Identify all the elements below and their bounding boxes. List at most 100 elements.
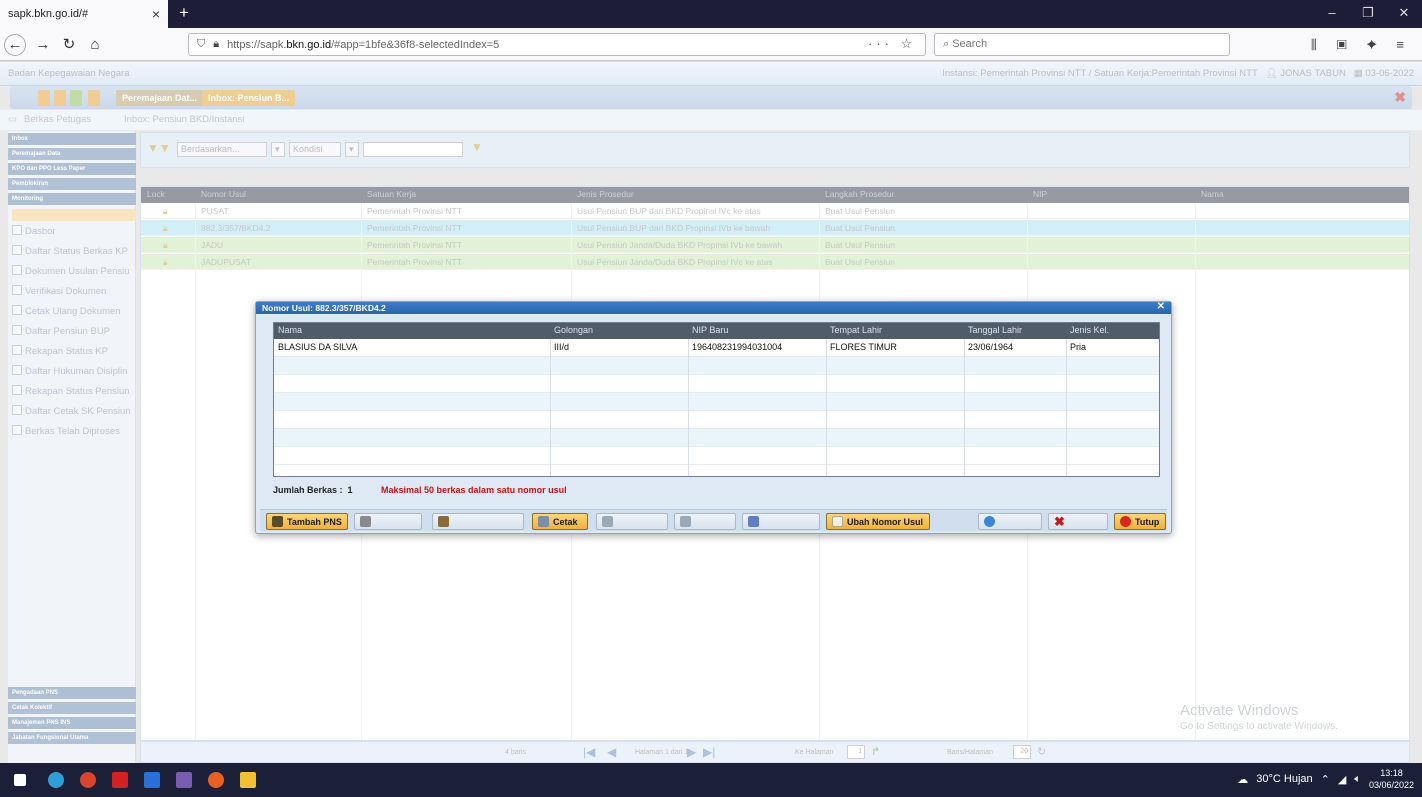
- col-satuan-kerja[interactable]: Satuan Kerja: [367, 189, 416, 199]
- sidebar-section-inbox[interactable]: Inbox: [8, 133, 136, 145]
- firefox-icon[interactable]: [208, 772, 224, 788]
- pindah-pns-button[interactable]: [432, 513, 524, 530]
- toolbar-icon-4[interactable]: [88, 90, 100, 106]
- dialog-close-icon[interactable]: ✕: [1157, 301, 1165, 313]
- table-row[interactable]: 🔒︎ 882.3/357/BKD4.2 Pemerintah Provinsi …: [141, 220, 1409, 236]
- sidebar-item-telah-diproses[interactable]: Berkas Telah Diproses: [12, 422, 136, 441]
- sidebar-section-monitoring[interactable]: Monitoring: [8, 193, 136, 205]
- tambah-button[interactable]: [978, 513, 1042, 530]
- sidebar-item-rekapan-kp[interactable]: Rekapan Status KP: [12, 342, 136, 361]
- restore-icon[interactable]: ❐: [1350, 0, 1386, 28]
- close-window-icon[interactable]: ✕: [1386, 0, 1422, 28]
- filter-value-input[interactable]: [363, 142, 463, 157]
- cetak-daftar-button[interactable]: [674, 513, 736, 530]
- windows-start-icon[interactable]: [14, 774, 26, 786]
- sidebar-item-cetak-ulang[interactable]: Cetak Ulang Dokumen: [12, 302, 136, 321]
- ubah-nomor-usul-button[interactable]: Ubah Nomor Usul: [826, 513, 930, 530]
- sidebar-section-jabatan[interactable]: Jabatan Fungsional Utama: [8, 732, 136, 744]
- col-tanggal-lahir[interactable]: Tanggal Lahir: [968, 325, 1022, 335]
- file-explorer-icon[interactable]: [240, 772, 256, 788]
- sidebar-item-status-berkas[interactable]: Daftar Status Berkas KP: [12, 242, 136, 261]
- table-row[interactable]: [274, 429, 1159, 447]
- tab-inbox-pensiun[interactable]: Inbox: Pensiun B...: [202, 90, 296, 106]
- cetak-pengantar-button[interactable]: [596, 513, 668, 530]
- close-app-icon[interactable]: ✖: [1394, 89, 1406, 106]
- sidebar-item-rekapan-pensiun[interactable]: Rekapan Status Pensiun: [12, 382, 136, 401]
- col-nip[interactable]: NIP: [1033, 189, 1047, 199]
- col-nama[interactable]: Nama: [278, 325, 302, 335]
- sidebar-item-dokumen-usulan[interactable]: Dokumen Usulan Pensiu: [12, 262, 136, 281]
- kirim-usul-button[interactable]: [742, 513, 820, 530]
- sidebar-section-manajemen[interactable]: Manajemen PNS INS: [8, 717, 136, 729]
- kondisi-select[interactable]: Kondisi: [289, 142, 341, 157]
- table-row[interactable]: 🔒︎ PUSAT Pemerintah Provinsi NTT Usul Pe…: [141, 203, 1409, 219]
- col-nip-baru[interactable]: NIP Baru: [692, 325, 728, 335]
- acrobat-icon[interactable]: [112, 772, 128, 788]
- filter-icon[interactable]: ▼▼: [147, 141, 171, 155]
- browser-tab[interactable]: sapk.bkn.go.id/# ×: [0, 0, 168, 28]
- browser-toolbar-icons[interactable]: ⫼ ▣ ✦ ≡: [1311, 37, 1412, 53]
- sidebar-selected-item[interactable]: [12, 209, 136, 221]
- tutup-button[interactable]: Tutup: [1114, 513, 1166, 530]
- store-icon[interactable]: [176, 772, 192, 788]
- hapus-pns-button[interactable]: [354, 513, 422, 530]
- sidebar-section-pengadaan[interactable]: Pengadaan PNS: [8, 687, 136, 699]
- apply-filter-icon[interactable]: ▼: [471, 140, 483, 154]
- table-row[interactable]: BLASIUS DA SILVA III/d 19640823199403100…: [274, 339, 1159, 357]
- prev-page-icon[interactable]: ◀: [607, 745, 616, 759]
- tab-peremajaan[interactable]: Peremajaan Dat...: [116, 90, 204, 106]
- hapus-button[interactable]: ✖: [1048, 513, 1108, 530]
- page-actions-icon[interactable]: ··· ☆: [868, 36, 916, 52]
- tray-chevron-icon[interactable]: ⌃: [1321, 773, 1330, 786]
- berdasarkan-select[interactable]: Berdasarkan...: [177, 142, 267, 157]
- table-row[interactable]: [274, 447, 1159, 465]
- go-icon[interactable]: ↱: [871, 745, 880, 758]
- table-row[interactable]: [274, 357, 1159, 375]
- tab-close-icon[interactable]: ×: [152, 6, 160, 22]
- first-page-icon[interactable]: |◀: [583, 745, 595, 759]
- toolbar-icon-1[interactable]: [38, 90, 50, 106]
- next-page-icon[interactable]: ▶: [687, 745, 696, 759]
- home-icon[interactable]: ⌂: [84, 34, 106, 56]
- col-lock[interactable]: Lock: [147, 189, 165, 199]
- new-tab-button[interactable]: +: [174, 4, 194, 24]
- col-jenis-prosedur[interactable]: Jenis Prosedur: [577, 189, 634, 199]
- rows-per-page-input[interactable]: 20: [1013, 745, 1031, 759]
- goto-page-input[interactable]: 1: [847, 745, 865, 759]
- table-row[interactable]: 🔒︎ JADU Pemerintah Provinsi NTT Usul Pen…: [141, 237, 1409, 253]
- table-row[interactable]: [274, 411, 1159, 429]
- toolbar-icon-2[interactable]: [54, 90, 66, 106]
- edge-icon[interactable]: [48, 772, 64, 788]
- breadcrumb-right[interactable]: Inbox: Pensiun BKD/Instansi: [124, 114, 244, 125]
- table-row[interactable]: 🔒︎ JADUPUSAT Pemerintah Provinsi NTT Usu…: [141, 254, 1409, 270]
- sidebar-item-cetak-sk[interactable]: Daftar Cetak SK Pensiun: [12, 402, 136, 421]
- url-bar[interactable]: ⛉ 🔒︎ https://sapk. bkn.go.id/#app=1bfe&36…: [188, 33, 926, 56]
- sidebar-section-pemblokiran[interactable]: Pemblokiran: [8, 178, 136, 190]
- sidebar-section-kpo[interactable]: KPO dan PPO Less Paper: [8, 163, 136, 175]
- chrome-icon[interactable]: [80, 772, 96, 788]
- table-row[interactable]: [274, 393, 1159, 411]
- col-golongan[interactable]: Golongan: [554, 325, 593, 335]
- minimize-icon[interactable]: –: [1314, 0, 1350, 28]
- col-tempat-lahir[interactable]: Tempat Lahir: [830, 325, 882, 335]
- berdasarkan-dropdown-icon[interactable]: ▾: [271, 142, 285, 157]
- file-app-icon[interactable]: [144, 772, 160, 788]
- col-jenis-kelamin[interactable]: Jenis Kel.: [1070, 325, 1109, 335]
- sidebar-section-cetak-kolektif[interactable]: Cetak Kolektif: [8, 702, 136, 714]
- sidebar-item-dasbor[interactable]: Dasbor: [12, 222, 136, 241]
- toolbar-icon-3[interactable]: [70, 90, 82, 106]
- tambah-pns-button[interactable]: Tambah PNS: [266, 513, 348, 530]
- table-row[interactable]: [274, 375, 1159, 393]
- search-input[interactable]: ⌕ Search: [934, 33, 1230, 56]
- forward-icon[interactable]: →: [32, 34, 54, 56]
- sidebar-item-hukuman[interactable]: Daftar Hukuman Disiplin: [12, 362, 136, 381]
- breadcrumb-left[interactable]: Berkas Petugas: [24, 114, 91, 125]
- reload-icon[interactable]: ↻: [58, 34, 80, 56]
- sidebar-item-verifikasi[interactable]: Verifikasi Dokumen: [12, 282, 136, 301]
- col-langkah-prosedur[interactable]: Langkah Prosedur: [825, 189, 894, 199]
- last-page-icon[interactable]: ▶|: [703, 745, 715, 759]
- clock[interactable]: 13:18 03/06/2022: [1369, 767, 1414, 791]
- col-nama[interactable]: Nama: [1201, 189, 1224, 199]
- cetak-button[interactable]: Cetak: [532, 513, 588, 530]
- sidebar-item-pensiun-bup[interactable]: Daftar Pensiun BUP: [12, 322, 136, 341]
